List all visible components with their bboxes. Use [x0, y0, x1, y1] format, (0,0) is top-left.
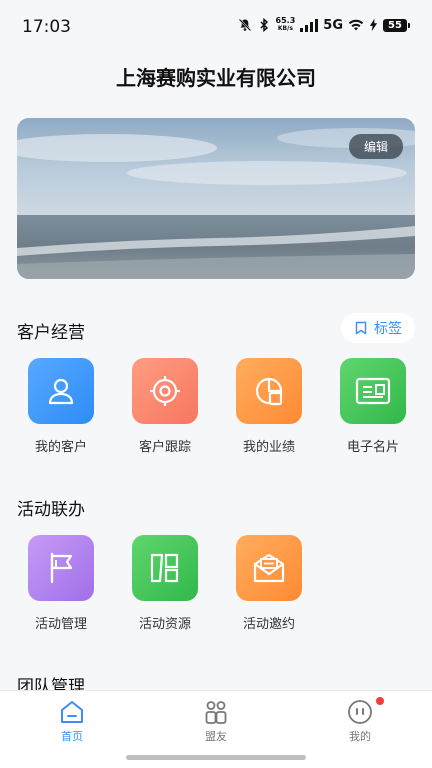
flag-icon — [28, 535, 94, 601]
grid-item-label: 活动资源 — [138, 617, 191, 632]
user-icon — [28, 358, 94, 424]
charging-icon — [369, 18, 378, 32]
battery-level: 55 — [383, 18, 407, 32]
grid-item-my-customers[interactable]: 我的客户 — [4, 358, 108, 458]
target-icon — [132, 358, 198, 424]
bluetooth-icon — [260, 18, 268, 32]
status-icons: 65.3 KB/s 5G 55 — [238, 17, 410, 33]
grid-item-label: 电子名片 — [346, 440, 399, 455]
nav-profile-label: 我的 — [349, 730, 371, 743]
grid-item-activity-invitation[interactable]: 活动邀约 — [212, 535, 316, 635]
grid-item-my-performance[interactable]: 我的业绩 — [212, 358, 316, 458]
activity-section-title: 活动联办 — [17, 500, 85, 520]
battery-icon: 55 — [383, 18, 410, 32]
wifi-icon — [348, 19, 364, 31]
company-title: 上海赛购实业有限公司 — [116, 66, 316, 90]
allies-icon — [205, 701, 227, 724]
grid-item-label: 活动管理 — [34, 617, 87, 632]
bookmark-icon — [355, 321, 367, 335]
mute-bell-icon — [238, 18, 251, 32]
invitation-icon — [236, 535, 302, 601]
status-bar: 17:03 65.3 KB/s 5G 55 — [0, 0, 432, 54]
tag-button-label: 标签 — [374, 321, 402, 337]
grid-item-label: 我的业绩 — [242, 440, 295, 455]
home-icon — [61, 701, 83, 723]
customer-section-title: 客户经营 — [17, 323, 85, 343]
network-speed-value: 65.3 — [275, 16, 296, 25]
grid-item-activity-resources[interactable]: 活动资源 — [108, 535, 212, 635]
signal-icon — [300, 18, 319, 32]
home-indicator[interactable] — [126, 755, 306, 760]
nav-allies[interactable]: 盟友 — [176, 699, 256, 744]
edit-banner-button[interactable]: 编辑 — [348, 134, 403, 159]
banner-image: 编辑 — [17, 118, 415, 279]
notification-badge — [376, 697, 384, 705]
performance-icon — [236, 358, 302, 424]
grid-item-activity-management[interactable]: 活动管理 — [4, 535, 108, 635]
network-type: 5G — [323, 17, 343, 33]
grid-item-label: 客户跟踪 — [138, 440, 191, 455]
tag-button[interactable]: 标签 — [341, 313, 415, 343]
nav-home-label: 首页 — [61, 730, 83, 743]
grid-item-label: 我的客户 — [34, 440, 87, 455]
grid-item-business-card[interactable]: 电子名片 — [316, 358, 420, 458]
profile-icon — [348, 700, 372, 724]
resource-icon — [132, 535, 198, 601]
grid-item-label: 活动邀约 — [242, 617, 295, 632]
nav-home[interactable]: 首页 — [32, 699, 112, 744]
status-time: 17:03 — [22, 17, 71, 37]
network-speed: 65.3 KB/s — [276, 17, 296, 33]
business-card-icon — [340, 358, 406, 424]
nav-allies-label: 盟友 — [205, 730, 227, 743]
network-speed-unit: KB/s — [277, 25, 293, 32]
grid-item-customer-tracking[interactable]: 客户跟踪 — [108, 358, 212, 458]
nav-profile[interactable]: 我的 — [320, 697, 400, 744]
